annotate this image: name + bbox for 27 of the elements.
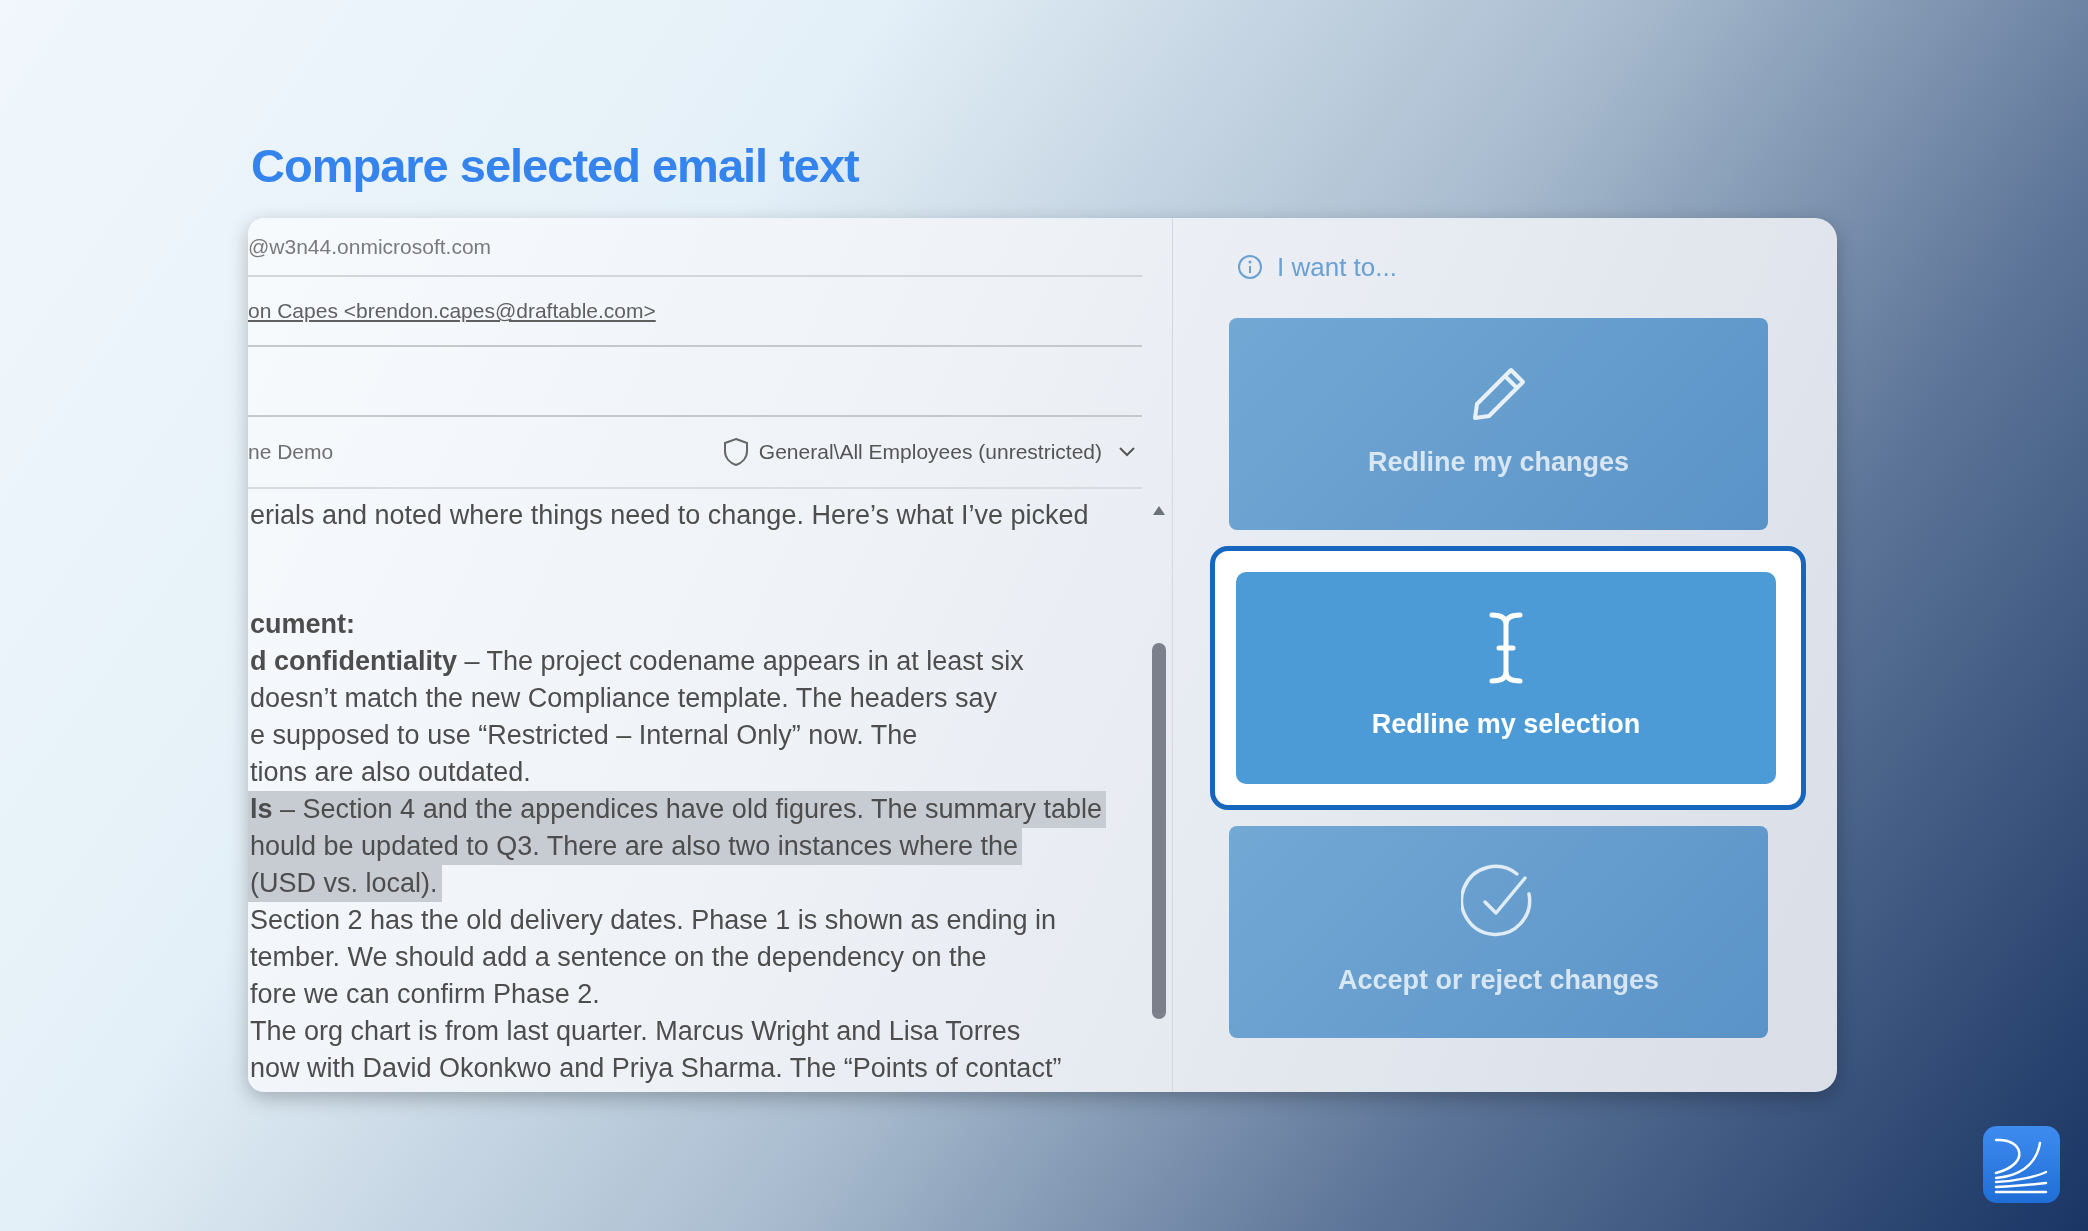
- info-icon: [1237, 254, 1263, 280]
- chevron-down-icon: [1118, 446, 1136, 458]
- scrollbar-thumb[interactable]: [1152, 643, 1166, 1019]
- shield-icon: [722, 437, 749, 467]
- body-text-line: Section 2 has the old delivery dates. Phase 1 is shown as ending in: [249, 904, 1057, 937]
- body-text-line: e supposed to use “Restricted – Internal Only” now. The: [249, 719, 919, 752]
- body-text-line: erials and noted where things need to change. Here’s what I’ve picked: [249, 499, 1090, 532]
- action-button[interactable]: Redline my selection: [1236, 572, 1776, 784]
- body-text-line: tember. We should add a sentence on the dependency on the: [249, 941, 988, 974]
- body-text-line: doesn’t match the new Compliance template. The headers say: [249, 682, 998, 715]
- action-button[interactable]: Accept or reject changes: [1229, 826, 1768, 1038]
- subject-text: ne Demo: [248, 439, 334, 466]
- scroll-up-icon[interactable]: [1153, 506, 1165, 515]
- text-cursor-icon: [1489, 611, 1523, 684]
- body-text-line: now with David Okonkwo and Priya Sharma. The “Points of contact”: [249, 1052, 1063, 1085]
- pencil-icon: [1470, 365, 1527, 422]
- body-text-line: fore we can confirm Phase 2.: [249, 978, 601, 1011]
- recipient-link[interactable]: on Capes <brendon.capes@draftable.com>: [248, 295, 656, 327]
- sensitivity-dropdown[interactable]: General\All Employees (unrestricted): [722, 436, 1142, 468]
- sender-address: @w3n44.onmicrosoft.com: [248, 233, 492, 260]
- body-text-line: tions are also outdated.: [249, 756, 532, 789]
- action-button[interactable]: Redline my changes: [1229, 318, 1768, 530]
- body-heading: cument:: [249, 608, 356, 641]
- body-text-line: The org chart is from last quarter. Marcus Wright and Lisa Torres: [249, 1015, 1022, 1048]
- body-text-line: d confidentiality – The project codename appears in at least six: [249, 645, 1025, 678]
- page-heading: Compare selected email text: [251, 138, 859, 194]
- prompt-text: I want to...: [1277, 250, 1397, 284]
